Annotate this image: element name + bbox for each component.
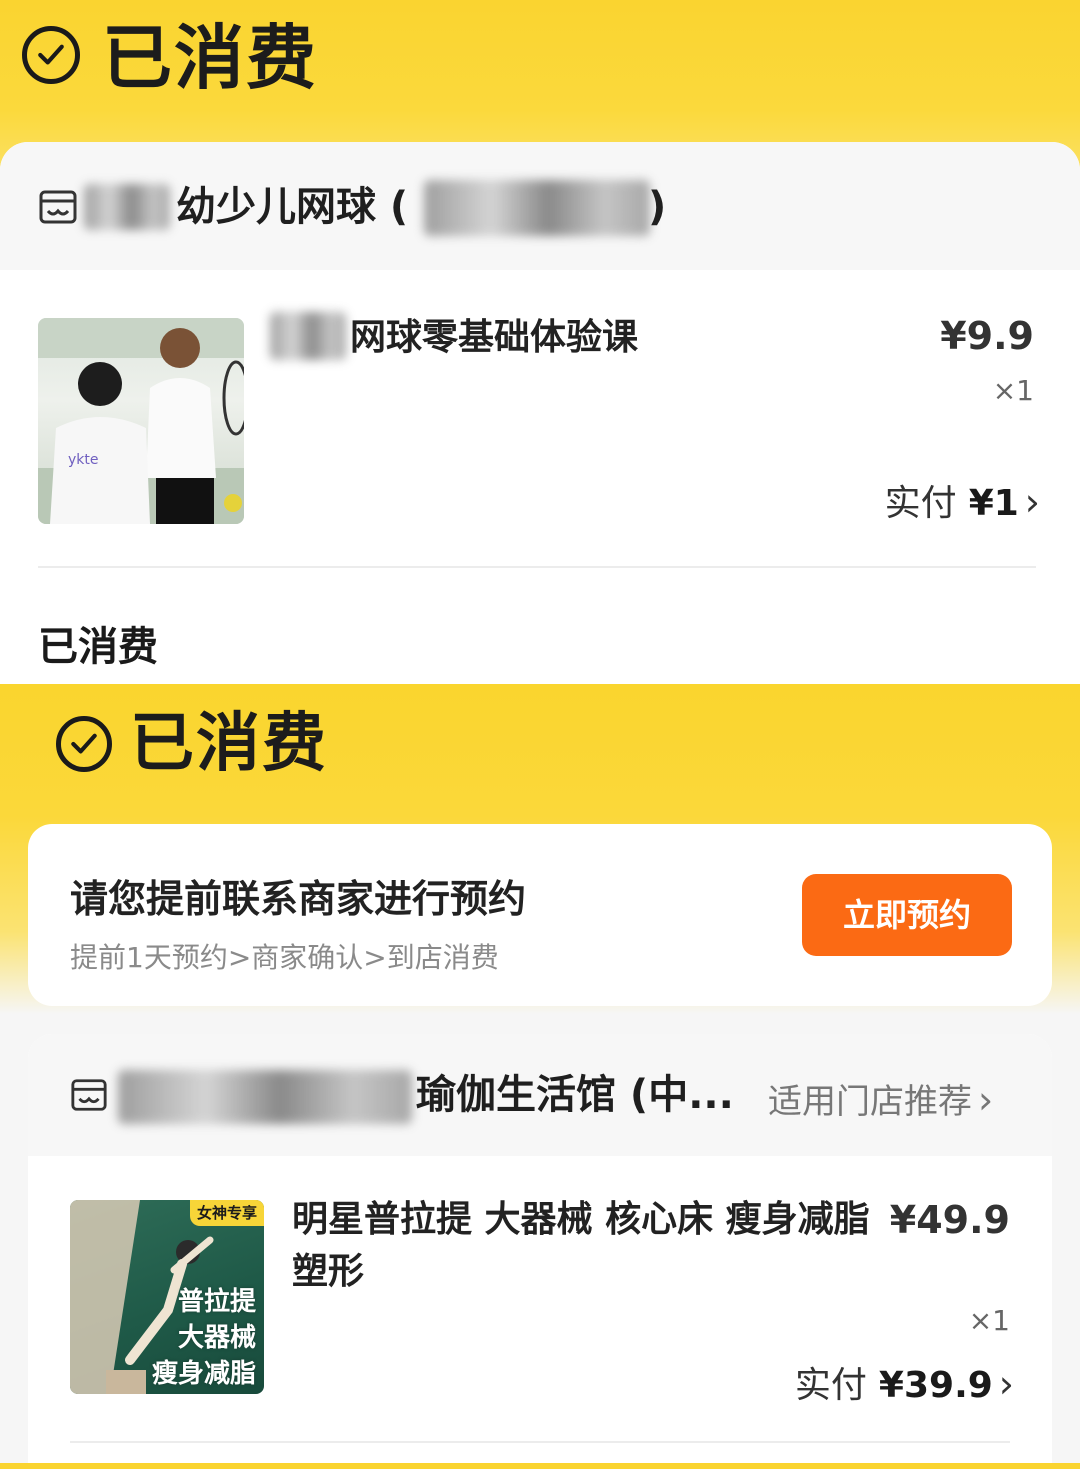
paid-label: 实付 — [884, 483, 957, 524]
book-now-button[interactable]: 立即预约 — [802, 874, 1012, 956]
store-name-redacted — [84, 184, 170, 230]
product-title[interactable]: 网球零基础体验课 — [350, 312, 638, 364]
paid-amount-row[interactable]: 实付 ¥39.9 › — [700, 1356, 1014, 1408]
store-icon — [38, 187, 78, 227]
chevron-right-icon: › — [978, 1078, 994, 1122]
product-title[interactable]: 明星普拉提 大器械 核心床 瘦身减脂 塑形 — [292, 1194, 892, 1298]
thumbnail-caption-line: 大器械 — [177, 1323, 256, 1353]
store-name-redacted — [118, 1070, 412, 1124]
store-location-redacted — [424, 180, 650, 236]
store-icon — [70, 1076, 108, 1114]
reservation-title: 请您提前联系商家进行预约 — [70, 877, 527, 921]
product-tag: 女神专享 — [190, 1200, 264, 1226]
chevron-right-icon: › — [1024, 480, 1040, 524]
thumbnail-caption-line: 普拉提 — [177, 1287, 256, 1317]
product-thumbnail[interactable]: 女神专享 普拉提 大器械 瘦身减脂 — [70, 1200, 264, 1394]
status-title: 已消费 — [130, 707, 328, 781]
store-recommendation-link[interactable]: 适用门店推荐 › — [768, 1074, 993, 1123]
reservation-steps: 提前1天预约>商家确认>到店消费 — [70, 941, 499, 974]
status-caption: 已消费 — [38, 624, 158, 670]
paid-amount-row[interactable]: 实付 ¥1 › — [760, 474, 1040, 526]
product-title-line: 明星普拉提 大器械 核心床 瘦身减脂 — [292, 1199, 870, 1240]
thumbnail-caption-line: 瘦身减脂 — [151, 1359, 256, 1389]
product-thumbnail[interactable]: ykte — [38, 318, 244, 524]
chevron-right-icon: › — [998, 1362, 1014, 1406]
svg-text:ykte: ykte — [68, 452, 99, 468]
thumbnail-caption: 普拉提 大器械 瘦身减脂 — [152, 1284, 256, 1392]
store-name[interactable]: 瑜伽生活馆 (中... — [416, 1070, 734, 1120]
store-name[interactable]: 幼少儿网球 ( — [176, 182, 408, 232]
store-name-close: ) — [648, 184, 667, 230]
product-title-redacted — [270, 312, 346, 360]
product-title-line: 塑形 — [292, 1251, 365, 1292]
product-price: ¥9.9 — [940, 314, 1034, 358]
order-section-2: 已消费 请您提前联系商家进行预约 提前1天预约>商家确认>到店消费 立即预约 瑜… — [0, 684, 1080, 1469]
bottom-banner-strip — [0, 1463, 1080, 1469]
product-quantity: ×1 — [968, 1304, 1010, 1337]
check-circle-icon — [22, 26, 80, 84]
paid-label: 实付 — [794, 1365, 867, 1406]
divider — [38, 566, 1036, 568]
store-recommendation-label: 适用门店推荐 — [768, 1082, 972, 1122]
check-circle-icon — [56, 716, 112, 772]
divider — [70, 1441, 1010, 1443]
paid-amount: ¥39.9 — [878, 1365, 993, 1406]
paid-amount: ¥1 — [968, 483, 1019, 524]
product-quantity: ×1 — [992, 374, 1034, 407]
product-price: ¥49.9 — [889, 1198, 1010, 1242]
order-section-1: 已消费 幼少儿网球 ( ) ykte 网球零基础体验课 ¥9.9 ×1 实付 ¥1… — [0, 0, 1080, 684]
status-title: 已消费 — [102, 17, 318, 99]
